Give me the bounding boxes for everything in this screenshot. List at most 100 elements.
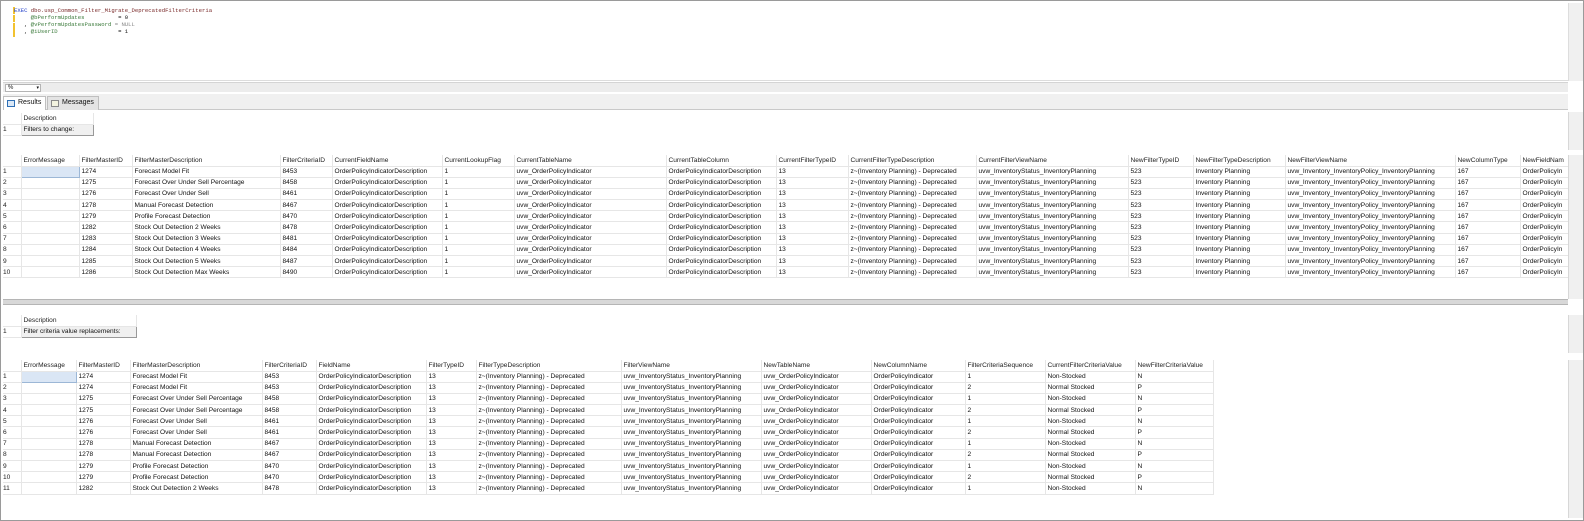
- table-cell[interactable]: Normal Stocked: [1045, 404, 1136, 417]
- table-cell[interactable]: OrderPolicyIn: [1520, 166, 1568, 178]
- table-cell[interactable]: Stock Out Detection Max Weeks: [132, 266, 281, 279]
- table-cell[interactable]: OrderPolicyIndicatorDescription: [332, 255, 443, 268]
- description-cell[interactable]: Filter criteria value replacements:: [20, 325, 137, 338]
- tab-messages[interactable]: Messages: [47, 96, 99, 110]
- table-cell[interactable]: OrderPolicyIndicatorDescription: [666, 188, 777, 201]
- table-cell[interactable]: 8458: [262, 393, 317, 406]
- table-cell[interactable]: 1286: [79, 266, 133, 279]
- table-cell[interactable]: P: [1135, 426, 1214, 439]
- table-cell[interactable]: OrderPolicyIndicatorDescription: [316, 382, 427, 394]
- table-cell[interactable]: Stock Out Detection 5 Weeks: [132, 255, 281, 268]
- table-cell[interactable]: 1: [442, 233, 515, 245]
- table-cell[interactable]: 1276: [79, 188, 133, 201]
- table-cell[interactable]: OrderPolicyIn: [1520, 221, 1568, 234]
- table-cell[interactable]: uvw_Inventory_InventoryPolicy_InventoryP…: [1285, 210, 1456, 223]
- table-cell[interactable]: 167: [1455, 266, 1521, 279]
- table-cell[interactable]: 13: [776, 199, 849, 212]
- table-cell[interactable]: OrderPolicyIndicatorDescription: [332, 233, 443, 245]
- table-cell[interactable]: 1276: [76, 415, 131, 428]
- table-cell[interactable]: 8467: [262, 449, 317, 462]
- table-cell[interactable]: OrderPolicyIndicator: [871, 371, 966, 383]
- results-grid-2[interactable]: ErrorMessage FilterMasterID FilterMasterDe…: [3, 155, 1568, 299]
- table-cell[interactable]: 1282: [76, 482, 131, 495]
- table-cell[interactable]: 8470: [262, 460, 317, 473]
- table-cell[interactable]: Inventory Planning: [1193, 255, 1286, 268]
- table-cell[interactable]: 2: [965, 471, 1046, 484]
- results-grid-3[interactable]: Description 1 Filter criteria value repla…: [3, 315, 1568, 353]
- table-cell[interactable]: z~(Inventory Planning) - Deprecated: [476, 471, 622, 484]
- table-cell[interactable]: 523: [1128, 221, 1194, 234]
- table-cell[interactable]: Stock Out Detection 2 Weeks: [132, 221, 281, 234]
- table-cell[interactable]: 1275: [79, 177, 133, 189]
- column-header[interactable]: CurrentFilterViewName: [976, 155, 1129, 167]
- column-header[interactable]: NewFilterCriteriaValue: [1135, 360, 1214, 372]
- table-cell[interactable]: 523: [1128, 244, 1194, 257]
- table-cell[interactable]: 1: [442, 199, 515, 212]
- table-cell[interactable]: uvw_InventoryStatus_InventoryPlanning: [621, 371, 762, 383]
- table-cell[interactable]: 13: [426, 482, 477, 495]
- table-cell[interactable]: uvw_OrderPolicyIndicator: [514, 166, 667, 178]
- table-cell[interactable]: uvw_InventoryStatus_InventoryPlanning: [976, 166, 1129, 178]
- table-cell[interactable]: 1275: [76, 393, 131, 406]
- table-cell[interactable]: 523: [1128, 255, 1194, 268]
- table-cell[interactable]: uvw_OrderPolicyIndicator: [514, 221, 667, 234]
- table-cell[interactable]: uvw_InventoryStatus_InventoryPlanning: [621, 393, 762, 406]
- table-cell[interactable]: 13: [776, 266, 849, 279]
- table-cell[interactable]: uvw_Inventory_InventoryPolicy_InventoryP…: [1285, 177, 1456, 189]
- table-cell[interactable]: N: [1135, 460, 1214, 473]
- table-cell[interactable]: OrderPolicyIndicatorDescription: [332, 266, 443, 279]
- table-cell[interactable]: Inventory Planning: [1193, 244, 1286, 257]
- table-cell[interactable]: uvw_InventoryStatus_InventoryPlanning: [621, 426, 762, 439]
- table-cell[interactable]: Inventory Planning: [1193, 233, 1286, 245]
- table-cell[interactable]: uvw_InventoryStatus_InventoryPlanning: [976, 221, 1129, 234]
- tab-results[interactable]: Results: [3, 96, 47, 110]
- table-cell[interactable]: uvw_OrderPolicyIndicator: [761, 482, 872, 495]
- table-cell[interactable]: 1285: [79, 255, 133, 268]
- table-cell[interactable]: [21, 393, 77, 406]
- table-row[interactable]: 6 1276 Forecast Over Under Sell 8461 OrderPo…: [3, 426, 1214, 439]
- table-cell[interactable]: uvw_Inventory_InventoryPolicy_InventoryP…: [1285, 255, 1456, 268]
- table-cell[interactable]: Forecast Over Under Sell Percentage: [132, 177, 281, 189]
- table-row[interactable]: 3 1276 Forecast Over Under Sell 8461 OrderPo…: [3, 188, 1568, 201]
- table-cell[interactable]: 1: [442, 244, 515, 257]
- table-cell[interactable]: OrderPolicyIndicatorDescription: [316, 415, 427, 428]
- table-cell[interactable]: uvw_Inventory_InventoryPolicy_InventoryP…: [1285, 244, 1456, 257]
- table-cell[interactable]: uvw_OrderPolicyIndicator: [761, 371, 872, 383]
- table-cell[interactable]: [21, 438, 77, 450]
- table-cell[interactable]: OrderPolicyIndicatorDescription: [332, 210, 443, 223]
- table-row[interactable]: 8 1284 Stock Out Detection 4 Weeks 8484 Orde…: [3, 244, 1568, 257]
- table-cell[interactable]: 1274: [76, 371, 131, 383]
- table-cell[interactable]: z~(Inventory Planning) - Deprecated: [848, 244, 977, 257]
- table-cell[interactable]: OrderPolicyIn: [1520, 255, 1568, 268]
- column-header[interactable]: NewFieldNam: [1520, 155, 1568, 167]
- table-cell[interactable]: 8453: [280, 166, 333, 178]
- table-cell[interactable]: [21, 471, 77, 484]
- column-header[interactable]: FilterMasterDescription: [132, 155, 281, 167]
- table-cell[interactable]: OrderPolicyIndicator: [871, 382, 966, 394]
- table-cell[interactable]: 1279: [76, 460, 131, 473]
- table-cell[interactable]: [21, 255, 80, 268]
- table-cell[interactable]: 8467: [280, 199, 333, 212]
- table-cell[interactable]: OrderPolicyIndicatorDescription: [316, 371, 427, 383]
- table-cell[interactable]: 2: [965, 426, 1046, 439]
- table-cell[interactable]: OrderPolicyIndicatorDescription: [666, 221, 777, 234]
- zoom-select[interactable]: % ▾: [5, 84, 41, 92]
- table-cell[interactable]: Stock Out Detection 3 Weeks: [132, 233, 281, 245]
- table-cell[interactable]: OrderPolicyIndicatorDescription: [316, 482, 427, 495]
- table-cell[interactable]: 13: [776, 255, 849, 268]
- table-cell[interactable]: 1: [965, 438, 1046, 450]
- table-cell[interactable]: N: [1135, 438, 1214, 450]
- table-cell[interactable]: uvw_OrderPolicyIndicator: [761, 382, 872, 394]
- table-cell[interactable]: Non-Stocked: [1045, 371, 1136, 383]
- table-cell[interactable]: 8453: [262, 382, 317, 394]
- results-grid-4[interactable]: ErrorMessage FilterMasterID FilterMasterDe…: [3, 360, 1568, 518]
- table-cell[interactable]: 13: [426, 449, 477, 462]
- table-cell[interactable]: uvw_Inventory_InventoryPolicy_InventoryP…: [1285, 221, 1456, 234]
- table-cell[interactable]: 8481: [280, 233, 333, 245]
- table-cell[interactable]: OrderPolicyIndicatorDescription: [666, 233, 777, 245]
- table-cell[interactable]: 167: [1455, 233, 1521, 245]
- table-cell[interactable]: OrderPolicyIndicator: [871, 449, 966, 462]
- table-cell[interactable]: 8470: [262, 471, 317, 484]
- table-cell[interactable]: Manual Forecast Detection: [130, 449, 263, 462]
- table-row[interactable]: 10 1286 Stock Out Detection Max Weeks 8490 O…: [3, 266, 1568, 279]
